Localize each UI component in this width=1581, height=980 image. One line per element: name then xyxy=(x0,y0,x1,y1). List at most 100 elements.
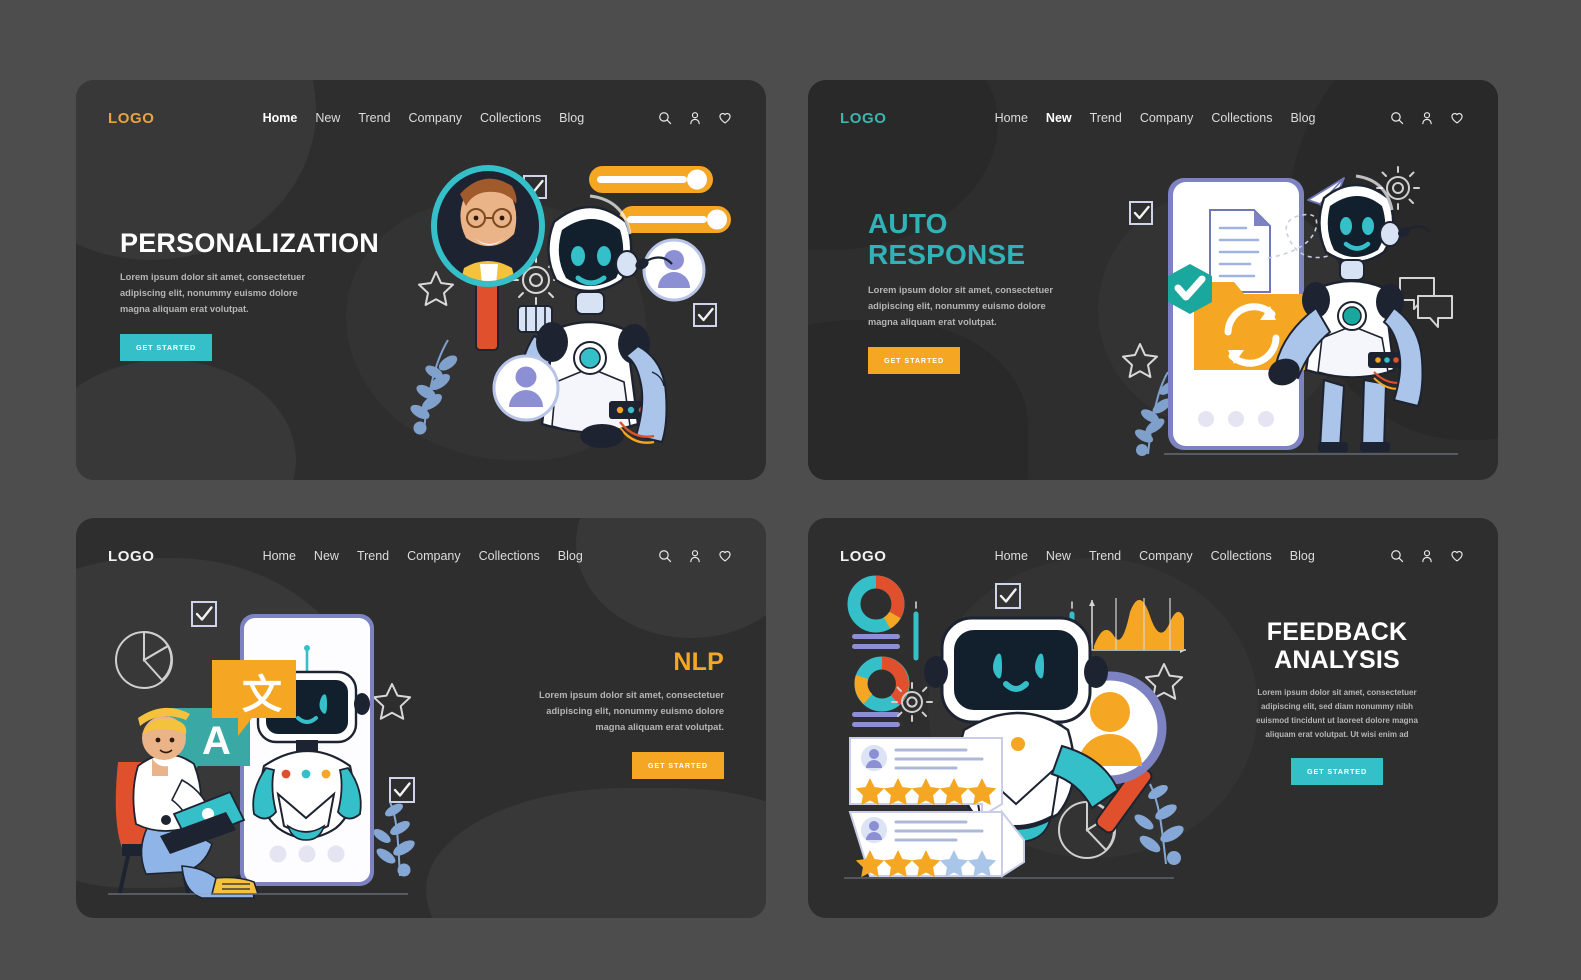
get-started-button[interactable]: GET STARTED xyxy=(868,346,961,374)
checkbox-checked-icon xyxy=(693,303,717,327)
title-line: RESPONSE xyxy=(868,239,1026,271)
panel-nlp: LOGO Home New Trend Company Collections … xyxy=(76,518,766,918)
bg-blob xyxy=(426,788,766,918)
hero-description: Lorem ipsum dolor sit amet, consectetuer… xyxy=(1212,686,1462,742)
nav-item-blog[interactable]: Blog xyxy=(559,111,584,125)
nav-item-company[interactable]: Company xyxy=(409,111,463,125)
hero-copy: PERSONALIZATION Lorem ipsum dolor sit am… xyxy=(120,228,420,362)
search-icon[interactable] xyxy=(658,111,672,125)
star-icon xyxy=(418,271,454,306)
nav-item-new[interactable]: New xyxy=(1046,111,1072,125)
nav-item-company[interactable]: Company xyxy=(407,549,461,563)
nav-item-company[interactable]: Company xyxy=(1139,549,1193,563)
review-card xyxy=(849,737,1003,818)
search-icon[interactable] xyxy=(658,549,672,563)
nav-item-blog[interactable]: Blog xyxy=(1290,549,1315,563)
desc-line: magna aliquam erat volutpat. xyxy=(868,316,997,327)
logo[interactable]: LOGO xyxy=(840,548,887,565)
nav-item-blog[interactable]: Blog xyxy=(558,549,583,563)
illustration-personalization xyxy=(406,160,736,460)
nav-item-collections[interactable]: Collections xyxy=(479,549,540,563)
heart-icon[interactable] xyxy=(1450,111,1464,125)
panel-personalization: LOGO Home New Trend Company Collections … xyxy=(76,80,766,480)
desc-line: Lorem ipsum dolor sit amet, consectetuer xyxy=(1257,688,1417,697)
desc-line: adipiscing elit, nonummy euismo dolore xyxy=(120,288,298,299)
desc-line: Lorem ipsum dolor sit amet, consectetuer xyxy=(120,272,305,283)
desc-line: Lorem ipsum dolor sit amet, consectetuer xyxy=(868,284,1053,295)
site-header: LOGO Home New Trend Company Collections … xyxy=(808,80,1498,156)
title-line: ANALYSIS xyxy=(1274,646,1400,674)
hero-description: Lorem ipsum dolor sit amet, consectetuer… xyxy=(868,283,1138,331)
get-started-button[interactable]: GET STARTED xyxy=(631,751,724,779)
heart-icon[interactable] xyxy=(718,111,732,125)
nav-item-home[interactable]: Home xyxy=(995,111,1028,125)
desc-line: Lorem ipsum dolor sit amet, consectetuer xyxy=(539,690,724,700)
main-nav: Home New Trend Company Collections Blog xyxy=(995,549,1315,563)
nav-item-trend[interactable]: Trend xyxy=(358,111,390,125)
desc-line: adipiscing elit, sed diam nonummy nibh xyxy=(1260,702,1414,711)
heart-icon[interactable] xyxy=(1450,549,1464,563)
legend-bar xyxy=(852,644,900,649)
title-line: AUTO xyxy=(868,208,948,239)
desc-line: magna aliquam erat volutpat. xyxy=(120,304,249,315)
illustration-nlp: A 文 xyxy=(108,598,438,899)
nav-item-collections[interactable]: Collections xyxy=(480,111,541,125)
hero-description: Lorem ipsum dolor sit amet, consectetuer… xyxy=(120,270,420,318)
page-title: FEEDBACK ANALYSIS xyxy=(1212,618,1462,674)
nav-item-home[interactable]: Home xyxy=(263,111,298,125)
logo[interactable]: LOGO xyxy=(108,548,155,565)
star-icon xyxy=(372,683,412,720)
logo[interactable]: LOGO xyxy=(840,110,887,127)
landing-page-mockup-board: LOGO Home New Trend Company Collections … xyxy=(0,0,1581,980)
main-nav: Home New Trend Company Collections Blog xyxy=(263,111,585,125)
nav-item-trend[interactable]: Trend xyxy=(1089,549,1121,563)
get-started-button[interactable]: GET STARTED xyxy=(1290,758,1384,785)
search-icon[interactable] xyxy=(1390,549,1404,563)
donut-chart xyxy=(854,656,910,712)
heart-icon[interactable] xyxy=(718,549,732,563)
hero-description: Lorem ipsum dolor sit amet, consectetuer… xyxy=(424,688,724,736)
main-nav: Home New Trend Company Collections Blog xyxy=(263,549,583,563)
nav-item-collections[interactable]: Collections xyxy=(1211,549,1272,563)
legend-bar xyxy=(852,634,900,639)
toggle-slider xyxy=(619,206,731,233)
pie-chart-icon xyxy=(115,630,173,689)
search-icon[interactable] xyxy=(1390,111,1404,125)
bg-blob xyxy=(76,360,296,480)
nav-item-home[interactable]: Home xyxy=(995,549,1028,563)
desc-line: euismod tincidunt ut laoreet dolore magn… xyxy=(1256,716,1418,725)
desc-line: adipiscing elit, nonummy euismo dolore xyxy=(868,300,1046,311)
desc-line: magna aliquam erat volutpat. xyxy=(595,721,724,732)
get-started-button[interactable]: GET STARTED xyxy=(120,334,213,362)
legend-bar xyxy=(852,722,900,727)
header-icons xyxy=(658,549,732,563)
title-line: FEEDBACK xyxy=(1266,618,1408,646)
illustration-feedback-analysis xyxy=(844,572,1204,882)
site-header: LOGO Home New Trend Company Collections … xyxy=(76,518,766,594)
user-icon[interactable] xyxy=(688,549,702,563)
user-icon[interactable] xyxy=(688,111,702,125)
hero-copy: FEEDBACK ANALYSIS Lorem ipsum dolor sit … xyxy=(1212,618,1462,785)
nav-item-trend[interactable]: Trend xyxy=(1090,111,1122,125)
document-icon xyxy=(1209,209,1271,293)
hero-copy: NLP Lorem ipsum dolor sit amet, consecte… xyxy=(424,648,724,779)
panel-auto-response: LOGO Home New Trend Company Collections … xyxy=(808,80,1498,480)
checkbox-checked-icon xyxy=(191,601,217,627)
page-title: NLP xyxy=(673,648,724,676)
nav-item-company[interactable]: Company xyxy=(1140,111,1194,125)
nav-item-home[interactable]: Home xyxy=(263,549,296,563)
desc-line: adipiscing elit, nonummy euismo dolore xyxy=(546,705,724,716)
user-icon[interactable] xyxy=(1420,111,1434,125)
nav-item-new[interactable]: New xyxy=(315,111,340,125)
user-icon[interactable] xyxy=(1420,549,1434,563)
nav-item-new[interactable]: New xyxy=(1046,549,1071,563)
panel-feedback-analysis: LOGO Home New Trend Company Collections … xyxy=(808,518,1498,918)
avatar xyxy=(642,238,706,302)
nav-item-blog[interactable]: Blog xyxy=(1290,111,1315,125)
header-icons xyxy=(1390,111,1464,125)
nav-item-new[interactable]: New xyxy=(314,549,339,563)
logo[interactable]: LOGO xyxy=(108,110,155,127)
nav-item-collections[interactable]: Collections xyxy=(1211,111,1272,125)
nav-item-trend[interactable]: Trend xyxy=(357,549,389,563)
main-nav: Home New Trend Company Collections Blog xyxy=(995,111,1316,125)
